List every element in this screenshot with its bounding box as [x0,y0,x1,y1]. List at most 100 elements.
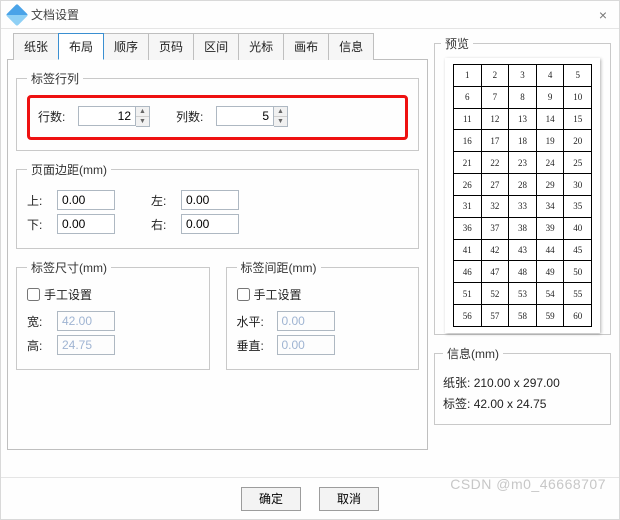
cols-input[interactable] [216,106,274,126]
size-h-label: 高: [27,337,51,354]
preview-cell: 46 [454,261,482,283]
margin-left-input[interactable] [181,190,239,210]
preview-page: 1234567891011121314151617181920212223242… [445,58,600,333]
tab-7[interactable]: 信息 [328,33,374,60]
info-paper-value: 210.00 x 297.00 [474,376,560,390]
preview-cell: 10 [564,86,592,108]
preview-cell: 20 [564,130,592,152]
preview-cell: 30 [564,174,592,196]
size-w-input [57,311,115,331]
size-manual-checkbox[interactable]: 手工设置 [27,286,199,303]
rows-spinner[interactable]: ▲▼ [136,106,150,127]
group-info: 信息(mm) 纸张: 210.00 x 297.00 标签: 42.00 x 2… [434,345,611,425]
preview-cell: 38 [509,217,537,239]
preview-cell: 60 [564,305,592,327]
size-h-input [57,335,115,355]
margin-right-input[interactable] [181,214,239,234]
preview-cell: 32 [481,195,509,217]
group-margins: 页面边距(mm) 上: 左: 下: 右: [16,161,419,249]
margin-top-label: 上: [27,192,51,209]
tab-2[interactable]: 顺序 [103,33,149,60]
group-label-grid: 标签行列 行数: ▲▼ 列数: [16,70,419,151]
gap-manual-checkbox[interactable]: 手工设置 [237,286,409,303]
preview-cell: 12 [481,108,509,130]
preview-cell: 52 [481,283,509,305]
size-w-label: 宽: [27,313,51,330]
preview-cell: 47 [481,261,509,283]
preview-cell: 15 [564,108,592,130]
preview-cell: 3 [509,65,537,87]
preview-cell: 19 [536,130,564,152]
preview-cell: 41 [454,239,482,261]
tab-0[interactable]: 纸张 [13,33,59,60]
legend-margins: 页面边距(mm) [27,161,111,178]
gap-v-label: 垂直: [237,337,271,354]
margin-top-input[interactable] [57,190,115,210]
preview-cell: 35 [564,195,592,217]
cols-label: 列数: [176,108,210,125]
app-logo-icon [6,3,29,26]
legend-label-size: 标签尺寸(mm) [27,259,111,276]
tab-6[interactable]: 画布 [283,33,329,60]
preview-cell: 53 [509,283,537,305]
preview-cell: 21 [454,152,482,174]
preview-cell: 56 [454,305,482,327]
preview-cell: 27 [481,174,509,196]
preview-cell: 55 [564,283,592,305]
preview-cell: 7 [481,86,509,108]
preview-cell: 8 [509,86,537,108]
preview-cell: 54 [536,283,564,305]
preview-cell: 4 [536,65,564,87]
preview-cell: 29 [536,174,564,196]
preview-cell: 50 [564,261,592,283]
preview-cell: 37 [481,217,509,239]
preview-cell: 26 [454,174,482,196]
group-label-size: 标签尺寸(mm) 手工设置 宽: 高: [16,259,210,370]
ok-button[interactable]: 确定 [241,487,301,511]
info-paper-label: 纸张: [443,376,470,390]
preview-cell: 2 [481,65,509,87]
preview-cell: 6 [454,86,482,108]
preview-cell: 39 [536,217,564,239]
preview-cell: 25 [564,152,592,174]
close-button[interactable]: × [593,7,613,23]
preview-cell: 57 [481,305,509,327]
tab-4[interactable]: 区间 [193,33,239,60]
preview-cell: 36 [454,217,482,239]
preview-cell: 17 [481,130,509,152]
gap-manual-input[interactable] [237,288,250,301]
info-label-label: 标签: [443,397,470,411]
rows-input[interactable] [78,106,136,126]
margin-bottom-input[interactable] [57,214,115,234]
preview-cell: 1 [454,65,482,87]
preview-cell: 59 [536,305,564,327]
legend-label-gap: 标签间距(mm) [237,259,321,276]
group-label-gap: 标签间距(mm) 手工设置 水平: 垂直: [226,259,420,370]
margin-left-label: 左: [151,192,175,209]
tab-5[interactable]: 光标 [238,33,284,60]
preview-cell: 42 [481,239,509,261]
tab-1[interactable]: 布局 [58,33,104,60]
info-label-value: 42.00 x 24.75 [474,397,547,411]
preview-cell: 58 [509,305,537,327]
preview-cell: 44 [536,239,564,261]
preview-cell: 22 [481,152,509,174]
preview-cell: 51 [454,283,482,305]
tab-3[interactable]: 页码 [148,33,194,60]
cols-spinner[interactable]: ▲▼ [274,106,288,127]
size-manual-input[interactable] [27,288,40,301]
preview-cell: 31 [454,195,482,217]
cancel-button[interactable]: 取消 [319,487,379,511]
titlebar: 文档设置 × [1,1,619,29]
preview-cell: 24 [536,152,564,174]
preview-cell: 28 [509,174,537,196]
gap-v-input [277,335,335,355]
gap-h-label: 水平: [237,313,271,330]
legend-preview: 预览 [441,35,473,52]
preview-cell: 11 [454,108,482,130]
margin-right-label: 右: [151,216,175,233]
highlight-box: 行数: ▲▼ 列数: ▲▼ [27,95,408,140]
preview-cell: 43 [509,239,537,261]
preview-grid: 1234567891011121314151617181920212223242… [453,64,592,327]
preview-cell: 33 [509,195,537,217]
